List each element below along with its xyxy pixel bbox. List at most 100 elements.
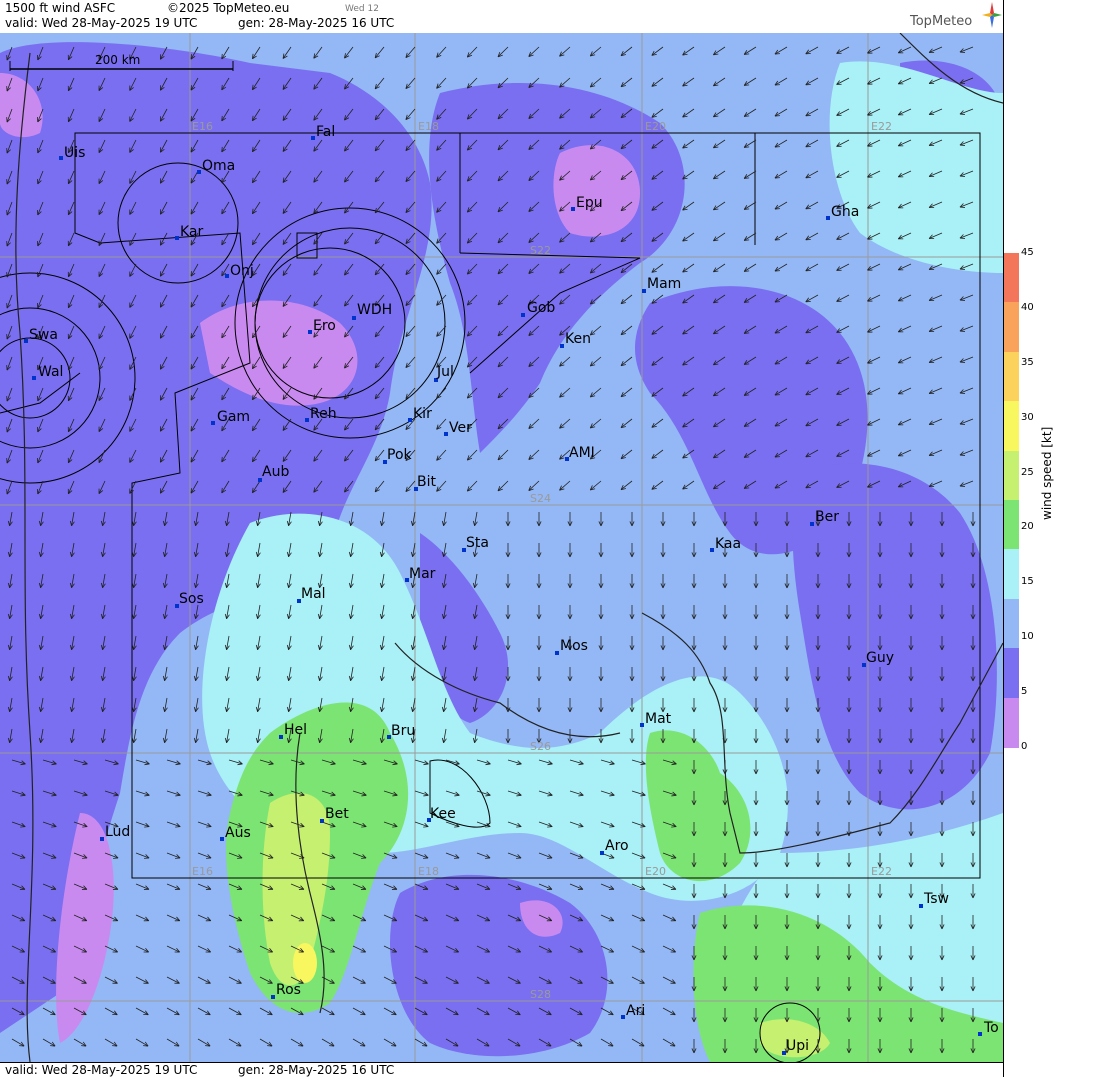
map-header: 1500 ft wind ASFC ©2025 TopMeteo.eu Wed … — [0, 0, 1003, 34]
map-footer: valid: Wed 28-May-2025 19 UTC gen: 28-Ma… — [0, 1062, 1003, 1078]
generation-time: gen: 28-May-2025 16 UTC — [238, 16, 394, 30]
svg-text:Bit: Bit — [417, 474, 436, 490]
svg-text:Epu: Epu — [576, 195, 603, 211]
town-wdh: WDH — [352, 302, 392, 320]
wind-arrow-head — [222, 116, 223, 121]
svg-text:AMI: AMI — [569, 445, 595, 461]
svg-text:Aub: Aub — [262, 464, 289, 480]
footer-valid-time: valid: Wed 28-May-2025 19 UTC — [5, 1063, 197, 1077]
colorbar-segment — [1004, 500, 1019, 550]
svg-text:Lud: Lud — [105, 824, 130, 840]
colorbar-segment — [1004, 401, 1019, 451]
town-ero: Ero — [308, 318, 336, 334]
town-pok: Pok — [383, 447, 413, 464]
town-aub: Aub — [258, 464, 289, 482]
svg-text:Kir: Kir — [413, 406, 432, 422]
svg-text:Aus: Aus — [225, 825, 251, 841]
svg-text:Uis: Uis — [64, 145, 85, 161]
wind-arrow-head — [222, 54, 223, 59]
town-gob: Gob — [521, 300, 555, 317]
colorbar-label: wind speed [kt] — [1040, 427, 1054, 520]
town-ami: AMI — [565, 445, 595, 461]
colorbar-tick-label: 0 — [1021, 741, 1027, 752]
svg-text:Guy: Guy — [866, 650, 894, 666]
town-ken: Ken — [560, 331, 591, 348]
town-sta: Sta — [462, 535, 489, 552]
wind-arrow-head — [222, 426, 223, 431]
scale-bar-label: 200 km — [95, 53, 140, 67]
town-upi: Upi — [782, 1038, 809, 1055]
town-gam: Gam — [211, 409, 250, 425]
grid-label-e22-top: E22 — [871, 120, 892, 133]
svg-text:Ber: Ber — [815, 509, 839, 525]
svg-text:Wal: Wal — [38, 364, 63, 380]
grid-label-e18-bottom: E18 — [418, 865, 439, 878]
town-kaa: Kaa — [710, 536, 741, 552]
svg-text:Sta: Sta — [466, 535, 489, 551]
colorbar-tick-label: 10 — [1021, 631, 1034, 642]
town-gha: Gha — [826, 204, 859, 220]
colorbar-segment — [1004, 451, 1019, 501]
grid-label-e20-bottom: E20 — [645, 865, 666, 878]
colorbar-segment — [1004, 648, 1019, 698]
svg-text:Bet: Bet — [325, 806, 349, 822]
svg-text:Jul: Jul — [436, 364, 454, 380]
grid-label-e22-bottom: E22 — [871, 865, 892, 878]
wind-arrow-head — [222, 302, 223, 307]
wind-arrow-head — [222, 240, 223, 245]
svg-text:Mar: Mar — [409, 566, 436, 582]
town-kar: Kar — [175, 224, 204, 240]
wind-arrow-head — [222, 178, 223, 183]
wind-map[interactable]: 200 km E16 E18 E20 E22 S22 S24 S26 S28 E… — [0, 33, 1003, 1062]
town-ver: Ver — [444, 420, 472, 436]
town-mat: Mat — [640, 711, 672, 727]
colorbar-tick-label: 20 — [1021, 521, 1034, 532]
svg-text:Gob: Gob — [527, 300, 555, 316]
town-aro: Aro — [600, 838, 629, 855]
grid-label-s26: S26 — [530, 740, 551, 753]
chart-title: 1500 ft wind ASFC — [5, 1, 115, 15]
svg-text:Gha: Gha — [831, 204, 859, 220]
colorbar-tick-label: 25 — [1021, 467, 1034, 478]
brand-logo-text: TopMeteo — [910, 14, 972, 29]
grid-label-e20-top: E20 — [645, 120, 666, 133]
svg-text:Tsw: Tsw — [923, 891, 949, 907]
colorbar-segment — [1004, 549, 1019, 599]
wind-arrow-head — [222, 271, 223, 276]
svg-text:Aro: Aro — [605, 838, 629, 854]
svg-text:Ken: Ken — [565, 331, 591, 347]
svg-text:Mat: Mat — [645, 711, 672, 727]
svg-text:Fal: Fal — [316, 124, 335, 140]
valid-time: valid: Wed 28-May-2025 19 UTC — [5, 16, 197, 30]
svg-text:Bru: Bru — [391, 723, 415, 739]
svg-text:Kar: Kar — [180, 224, 204, 240]
wind-arrow-head — [222, 209, 223, 214]
svg-text:Hel: Hel — [284, 722, 307, 738]
wind-arrow-head — [222, 395, 223, 400]
colorbar-tick-label: 40 — [1021, 302, 1034, 313]
wind-arrow-head — [222, 85, 223, 90]
colorbar-tick-label: 30 — [1021, 412, 1034, 423]
grid-label-e16-bottom: E16 — [192, 865, 213, 878]
town-guy: Guy — [862, 650, 894, 667]
town-jul: Jul — [434, 364, 454, 382]
svg-text:Mal: Mal — [301, 586, 326, 602]
town-kee: Kee — [427, 806, 456, 822]
town-sos: Sos — [175, 591, 204, 608]
colorbar-tick-label: 35 — [1021, 357, 1034, 368]
wind-arrow-head — [222, 457, 223, 462]
town-mar: Mar — [405, 566, 436, 582]
svg-text:Kee: Kee — [430, 806, 456, 822]
town-mos: Mos — [555, 638, 588, 655]
colorbar-segment — [1004, 599, 1019, 649]
wind-arrow-head — [222, 364, 223, 369]
town-bet: Bet — [320, 806, 349, 823]
compass-logo-icon — [982, 2, 1002, 28]
svg-text:Kaa: Kaa — [715, 536, 741, 552]
svg-text:Ros: Ros — [276, 982, 301, 998]
town-mam: Mam — [642, 276, 681, 293]
svg-text:Oma: Oma — [202, 158, 235, 174]
svg-text:Ari: Ari — [626, 1003, 645, 1019]
town-ber: Ber — [810, 509, 839, 526]
wind-arrow-head — [222, 333, 223, 338]
